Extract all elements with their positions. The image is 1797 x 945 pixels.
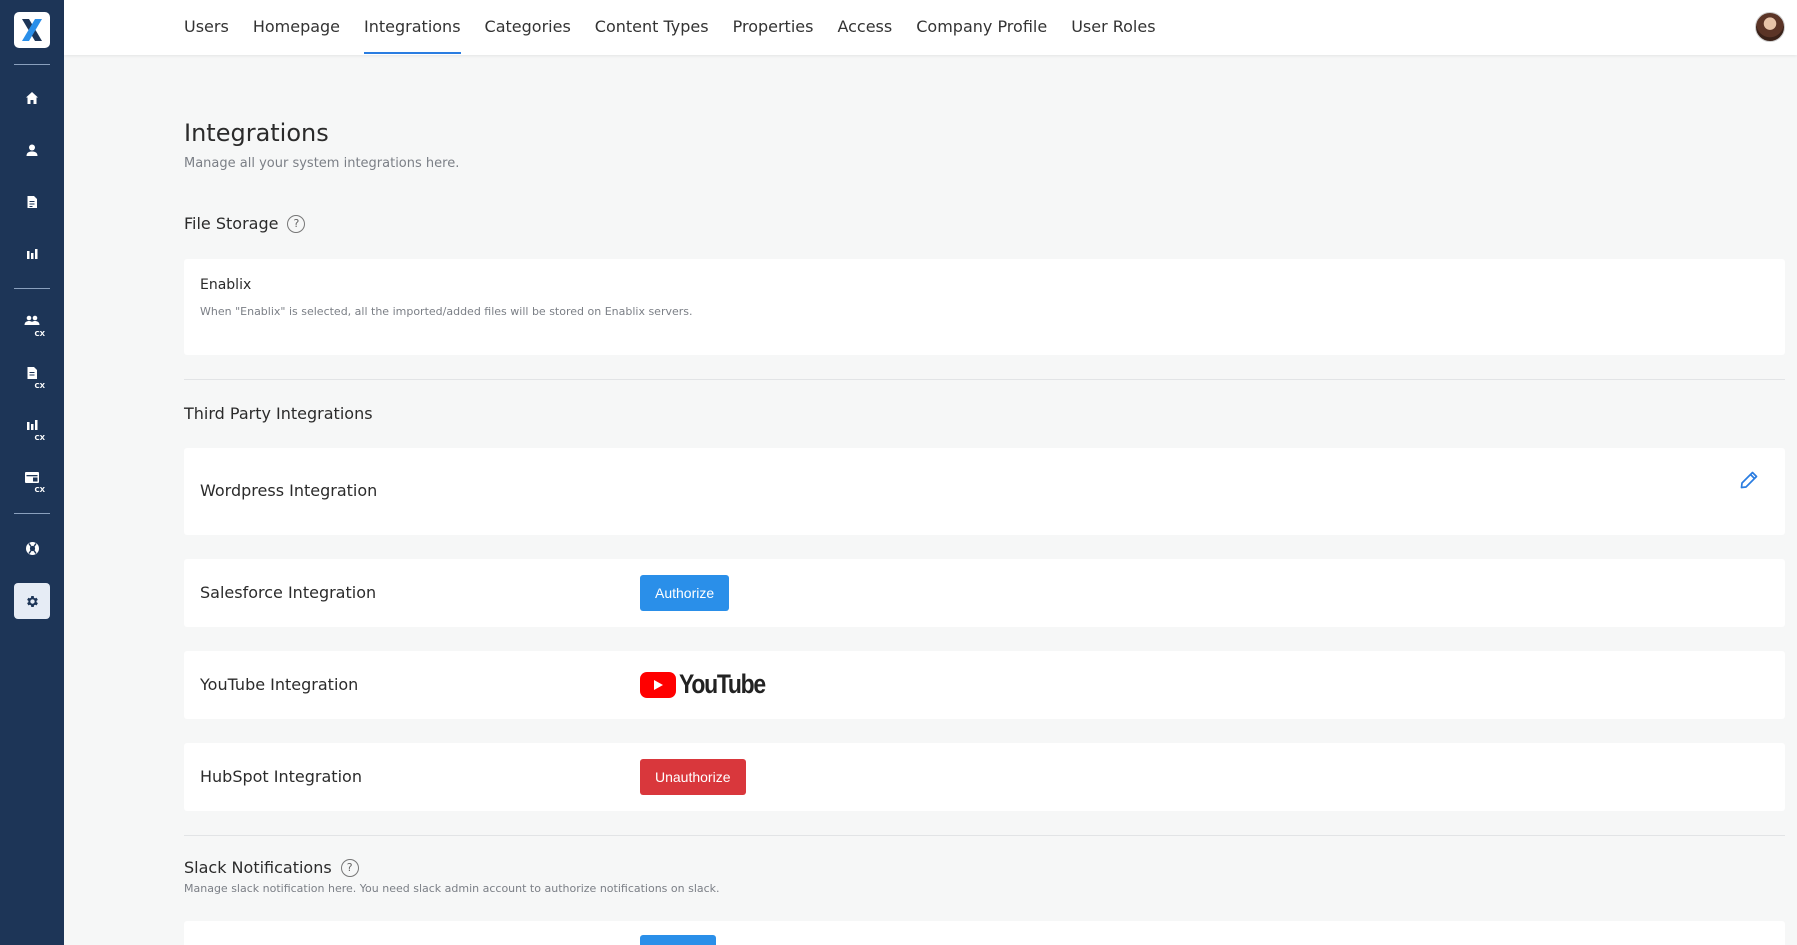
sidebar-item-analytics[interactable] xyxy=(14,236,50,272)
cx-badge: CX xyxy=(34,486,45,494)
file-storage-title: File Storage xyxy=(184,214,279,233)
section-divider xyxy=(184,835,1785,836)
hubspot-label: HubSpot Integration xyxy=(200,767,362,786)
home-icon xyxy=(26,92,38,104)
tab-categories[interactable]: Categories xyxy=(485,0,571,55)
chart-icon xyxy=(27,249,38,259)
sidebar-item-content[interactable] xyxy=(14,184,50,220)
storage-provider: Enablix xyxy=(200,277,252,293)
salesforce-integration-card: Salesforce Integration Authorize xyxy=(184,559,1785,627)
sidebar-item-settings[interactable] xyxy=(14,583,50,619)
slack-integration-card xyxy=(184,921,1785,945)
wordpress-integration-card: Wordpress Integration xyxy=(184,448,1785,535)
cx-badge: CX xyxy=(34,330,45,338)
page-subtitle: Manage all your system integrations here… xyxy=(184,156,460,171)
hubspot-unauthorize-button[interactable]: Unauthorize xyxy=(640,759,746,795)
help-icon[interactable]: ? xyxy=(340,858,359,877)
document-cx-icon xyxy=(27,367,37,379)
tab-users[interactable]: Users xyxy=(184,0,229,55)
lifebuoy-icon xyxy=(25,541,39,555)
main-content: Integrations Manage all your system inte… xyxy=(184,55,1785,945)
slack-heading: Slack Notifications ? xyxy=(184,858,359,877)
cx-badge: CX xyxy=(34,434,45,442)
tab-properties[interactable]: Properties xyxy=(733,0,814,55)
sidebar-item-support[interactable] xyxy=(14,530,50,566)
cx-badge: CX xyxy=(34,382,45,390)
file-storage-card: Enablix When "Enablix" is selected, all … xyxy=(184,259,1785,355)
settings-tabs: Users Homepage Integrations Categories C… xyxy=(184,0,1180,55)
team-cx-icon xyxy=(24,315,40,325)
slack-description: Manage slack notification here. You need… xyxy=(184,882,720,895)
sidebar-item-users[interactable] xyxy=(14,132,50,168)
youtube-label: YouTube Integration xyxy=(200,675,359,694)
top-navigation-bar: Users Homepage Integrations Categories C… xyxy=(64,0,1797,55)
tab-user-roles[interactable]: User Roles xyxy=(1071,0,1155,55)
wordpress-label: Wordpress Integration xyxy=(200,481,378,500)
tab-homepage[interactable]: Homepage xyxy=(253,0,340,55)
sidebar-item-home[interactable] xyxy=(14,80,50,116)
tab-content-types[interactable]: Content Types xyxy=(595,0,709,55)
sidebar-item-chart-cx[interactable]: CX xyxy=(14,407,50,443)
youtube-wordmark: YouTube xyxy=(679,669,766,699)
user-icon xyxy=(26,144,38,156)
slack-title: Slack Notifications xyxy=(184,858,332,877)
section-divider xyxy=(184,379,1785,380)
edit-pencil-icon[interactable] xyxy=(1739,470,1759,490)
sidebar-divider xyxy=(14,288,50,289)
chart-cx-icon xyxy=(27,420,38,430)
youtube-play-icon xyxy=(640,671,676,698)
sidebar-item-card-cx[interactable]: CX xyxy=(14,459,50,495)
tab-company-profile[interactable]: Company Profile xyxy=(916,0,1047,55)
storage-description: When "Enablix" is selected, all the impo… xyxy=(200,305,693,318)
sidebar-item-team-cx[interactable]: CX xyxy=(14,303,50,339)
sidebar-divider xyxy=(14,64,50,65)
document-icon xyxy=(27,196,37,208)
page-title: Integrations xyxy=(184,119,329,147)
tab-access[interactable]: Access xyxy=(837,0,892,55)
avatar[interactable] xyxy=(1755,12,1785,42)
enablix-logo[interactable] xyxy=(14,12,50,48)
salesforce-label: Salesforce Integration xyxy=(200,583,377,602)
gear-icon xyxy=(26,595,38,607)
tab-integrations[interactable]: Integrations xyxy=(364,0,461,55)
sidebar-item-document-cx[interactable]: CX xyxy=(14,355,50,391)
slack-authorize-button[interactable] xyxy=(640,935,716,945)
help-icon[interactable]: ? xyxy=(287,214,306,233)
sidebar-divider xyxy=(14,513,50,514)
youtube-logo[interactable]: YouTube xyxy=(640,669,780,700)
salesforce-authorize-button[interactable]: Authorize xyxy=(640,575,730,611)
card-cx-icon xyxy=(25,471,39,483)
sidebar: CX CX CX CX xyxy=(0,0,64,945)
hubspot-integration-card: HubSpot Integration Unauthorize xyxy=(184,743,1785,811)
youtube-integration-card: YouTube Integration YouTube xyxy=(184,651,1785,719)
third-party-title: Third Party Integrations xyxy=(184,404,373,423)
third-party-heading: Third Party Integrations xyxy=(184,404,373,423)
logo-x-icon xyxy=(22,19,42,41)
file-storage-heading: File Storage ? xyxy=(184,214,306,233)
